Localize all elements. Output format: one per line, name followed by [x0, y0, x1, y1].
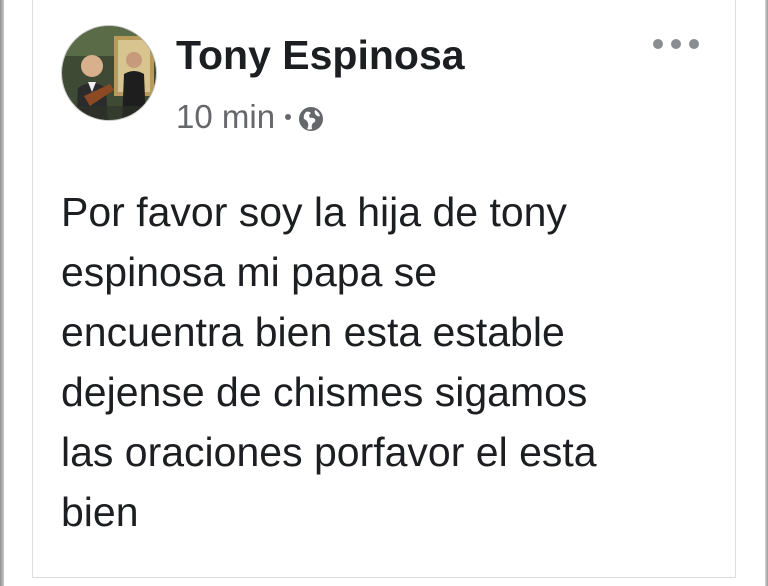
more-dot [671, 39, 681, 49]
post-meta: 10 min [176, 95, 325, 139]
more-options-icon[interactable] [653, 34, 699, 54]
globe-icon[interactable] [297, 103, 325, 131]
author-name[interactable]: Tony Espinosa [176, 30, 465, 80]
more-dot [653, 39, 663, 49]
post-text: Por favor soy la hija de tony espinosa m… [61, 189, 597, 535]
screen-edge-left [0, 0, 4, 586]
post-card: Tony Espinosa 10 min Por favor soy la hi… [32, 0, 736, 578]
more-dot [689, 39, 699, 49]
avatar[interactable] [61, 25, 157, 121]
meta-separator-dot [285, 114, 292, 120]
post-timestamp[interactable]: 10 min [176, 98, 275, 136]
avatar-photo [62, 26, 156, 120]
